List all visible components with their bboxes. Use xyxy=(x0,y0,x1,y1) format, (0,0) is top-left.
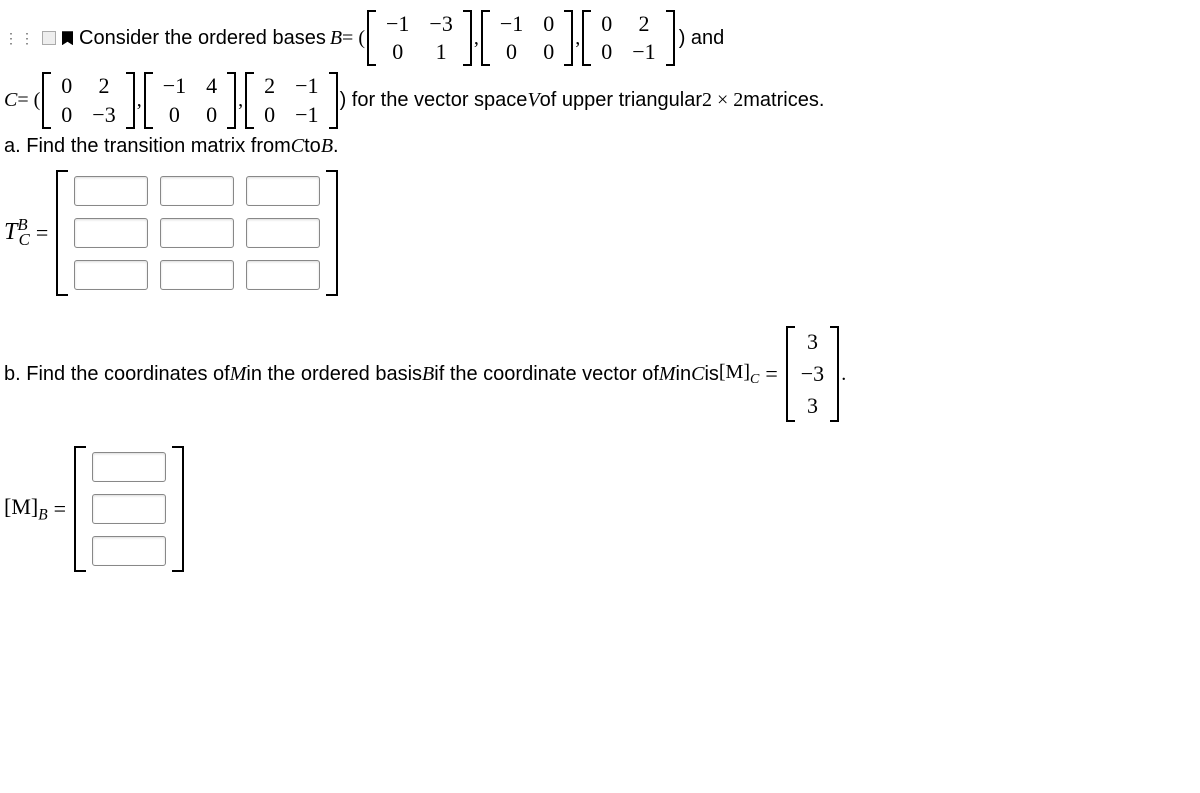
MB-row: [M]B = xyxy=(4,446,1196,572)
intro-and: ) and xyxy=(679,27,725,50)
matrix-C3: 2−1 0−1 xyxy=(245,72,337,128)
matrix-C1: 02 0−3 xyxy=(42,72,134,128)
basis-C-line: C = ( 02 0−3 , −14 00 , 2−1 0−1 ) for th… xyxy=(4,72,1196,128)
intro-text: Consider the ordered bases xyxy=(79,27,326,50)
tbc-input-0-0[interactable] xyxy=(74,176,148,206)
matrix-C2: −14 00 xyxy=(144,72,236,128)
MC-label: [M]C xyxy=(719,361,759,388)
matrix-B2: −10 00 xyxy=(481,10,573,66)
drag-dots-icon: ⋮⋮ xyxy=(4,30,36,47)
MB-vector-input xyxy=(74,446,184,572)
tbc-input-2-0[interactable] xyxy=(74,260,148,290)
bookmark-icon xyxy=(62,31,73,45)
T-symbol: TBC xyxy=(4,215,30,250)
tbc-input-0-1[interactable] xyxy=(160,176,234,206)
mb-input-2[interactable] xyxy=(92,536,166,566)
transition-matrix-input xyxy=(56,170,338,296)
MC-vector: 3 −3 3 xyxy=(786,326,839,423)
tbc-input-1-0[interactable] xyxy=(74,218,148,248)
checkbox-placeholder-icon xyxy=(42,31,56,45)
matrix-B3: 02 0−1 xyxy=(582,10,674,66)
mb-input-1[interactable] xyxy=(92,494,166,524)
part-b-prompt: b. Find the coordinates of M in the orde… xyxy=(4,326,1196,423)
mb-input-0[interactable] xyxy=(92,452,166,482)
part-a-prompt: a. Find the transition matrix from C to … xyxy=(4,135,1196,158)
MB-label: [M]B xyxy=(4,494,48,524)
tbc-input-0-2[interactable] xyxy=(246,176,320,206)
matrix-B1: −1−3 01 xyxy=(367,10,472,66)
basis-B-symbol: B xyxy=(330,27,342,50)
tbc-input-1-2[interactable] xyxy=(246,218,320,248)
equals-open: = ( xyxy=(342,27,365,50)
tbc-input-2-1[interactable] xyxy=(160,260,234,290)
tbc-input-1-1[interactable] xyxy=(160,218,234,248)
transition-matrix-row: TBC = xyxy=(4,170,1196,296)
tbc-input-2-2[interactable] xyxy=(246,260,320,290)
basis-C-symbol: C xyxy=(4,89,17,112)
problem-intro-line: ⋮⋮ Consider the ordered bases B = ( −1−3… xyxy=(4,10,1196,66)
